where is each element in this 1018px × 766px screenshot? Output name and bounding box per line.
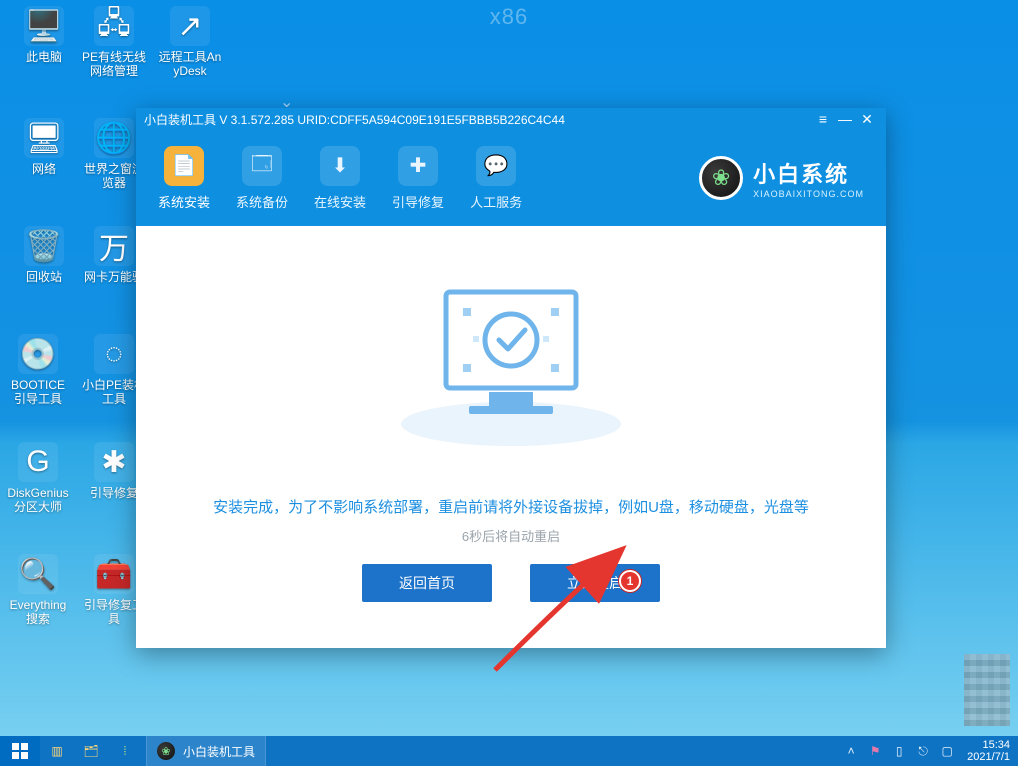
network-icon: 🖥 bbox=[24, 118, 64, 158]
task-title: 小白装机工具 bbox=[183, 743, 255, 760]
close-button[interactable]: ✕ bbox=[856, 111, 878, 128]
back-button[interactable]: 返回首页 bbox=[362, 564, 492, 602]
anydesk-icon: ↗ bbox=[170, 6, 210, 46]
tab-boot[interactable]: ✚ 引导修复 bbox=[392, 146, 444, 211]
window-title: 小白装机工具 V 3.1.572.285 URID:CDFF5A594C09E1… bbox=[144, 111, 812, 128]
desktop-icon-label: BOOTICE引导工具 bbox=[6, 378, 70, 406]
titlebar[interactable]: 小白装机工具 V 3.1.572.285 URID:CDFF5A594C09E1… bbox=[136, 108, 886, 130]
desktop-icon-pe-nic[interactable]: 🖧 PE有线无线网络管理 bbox=[82, 6, 146, 78]
wanka-icon: 万 bbox=[94, 226, 134, 266]
desktop-icon-anydesk[interactable]: ↗ 远程工具AnyDesk bbox=[158, 6, 222, 78]
tray-flag-icon[interactable]: ⚑ bbox=[867, 743, 883, 759]
tab-install[interactable]: 📄 系统安装 bbox=[158, 146, 210, 211]
quicklaunch: ▥ 🗂 ⦙ bbox=[40, 736, 142, 766]
start-button[interactable] bbox=[0, 736, 40, 766]
world-browser-icon: 🌐 bbox=[94, 118, 134, 158]
success-illustration bbox=[391, 274, 631, 454]
brand: ❀ 小白系统 XIAOBAIXITONG.COM bbox=[699, 156, 864, 200]
bootice-icon: 💿 bbox=[18, 334, 58, 374]
toolbar: 📄 系统安装 🗔 系统备份 ⬇ 在线安装 ✚ 引导修复 💬 人工服务 ❀ 小白系统 XIAOBAI… bbox=[136, 130, 886, 226]
arch-label: x86 bbox=[490, 4, 528, 30]
boot-repair-icon: ✱ bbox=[94, 442, 134, 482]
pe-nic-icon: 🖧 bbox=[94, 6, 134, 46]
file-manager-icon[interactable]: ▥ bbox=[40, 736, 74, 766]
tab-label: 系统安装 bbox=[158, 192, 210, 211]
service-icon: 💬 bbox=[476, 146, 516, 186]
menu-icon[interactable]: ≡ bbox=[812, 111, 834, 127]
desktop-icon-this-pc[interactable]: 🖥️ 此电脑 bbox=[12, 6, 76, 64]
backup-icon: 🗔 bbox=[242, 146, 282, 186]
everything-icon: 🔍 bbox=[18, 554, 58, 594]
desktop-icon-label: DiskGenius分区大师 bbox=[6, 486, 70, 514]
explorer-icon[interactable]: 🗂 bbox=[74, 736, 108, 766]
tab-label: 系统备份 bbox=[236, 192, 288, 211]
desktop-icon-label: 此电脑 bbox=[12, 50, 76, 64]
tab-label: 人工服务 bbox=[470, 192, 522, 211]
status-message: 安装完成，为了不影响系统部署，重启前请将外接设备拔掉，例如U盘，移动硬盘，光盘等 bbox=[136, 496, 886, 517]
desktop-icon-bootice[interactable]: 💿 BOOTICE引导工具 bbox=[6, 334, 70, 406]
clock-date: 2021/7/1 bbox=[967, 751, 1010, 763]
desktop-icon-label: 网络 bbox=[12, 162, 76, 176]
task-app-icon: ❀ bbox=[157, 742, 175, 760]
clock-time: 15:34 bbox=[967, 739, 1010, 751]
tab-backup[interactable]: 🗔 系统备份 bbox=[236, 146, 288, 211]
recycle-icon: 🗑️ bbox=[24, 226, 64, 266]
tray-up-icon[interactable]: ˄ bbox=[843, 743, 859, 759]
tab-label: 在线安装 bbox=[314, 192, 366, 211]
blurred-qr-icon bbox=[964, 654, 1010, 726]
clock[interactable]: 15:34 2021/7/1 bbox=[963, 739, 1018, 763]
desktop-icon-label: PE有线无线网络管理 bbox=[82, 50, 146, 78]
countdown-message: 6秒后将自动重启 bbox=[136, 526, 886, 545]
brand-logo-icon: ❀ bbox=[699, 156, 743, 200]
taskbar-task[interactable]: ❀ 小白装机工具 bbox=[146, 736, 266, 766]
brand-name: 小白系统 bbox=[753, 157, 864, 189]
desktop-icon-diskgenius[interactable]: G DiskGenius分区大师 bbox=[6, 442, 70, 514]
boot-icon: ✚ bbox=[398, 146, 438, 186]
tab-label: 引导修复 bbox=[392, 192, 444, 211]
desktop-icon-everything[interactable]: 🔍 Everything搜索 bbox=[6, 554, 70, 626]
app-window: 小白装机工具 V 3.1.572.285 URID:CDFF5A594C09E1… bbox=[136, 108, 886, 648]
install-icon: 📄 bbox=[164, 146, 204, 186]
tray-usb-icon[interactable]: ⎋ bbox=[915, 743, 931, 759]
taskbar: ▥ 🗂 ⦙ ❀ 小白装机工具 ˄ ⚑ ▯ ⎋ ▢ 15:34 2021/7/1 bbox=[0, 736, 1018, 766]
tray: ˄ ⚑ ▯ ⎋ ▢ bbox=[835, 743, 963, 759]
desktop-icon-recycle[interactable]: 🗑️ 回收站 bbox=[12, 226, 76, 284]
wifi-icon[interactable]: ⦙ bbox=[108, 736, 142, 766]
annotation-badge: 1 bbox=[619, 570, 641, 592]
tray-display-icon[interactable]: ▢ bbox=[939, 743, 955, 759]
xiaobai-pe-icon: ◌ bbox=[94, 334, 134, 374]
boot-repair-tool-icon: 🧰 bbox=[94, 554, 134, 594]
this-pc-icon: 🖥️ bbox=[24, 6, 64, 46]
desktop-icon-label: 远程工具AnyDesk bbox=[158, 50, 222, 78]
minimize-button[interactable]: — bbox=[834, 111, 856, 127]
tab-online[interactable]: ⬇ 在线安装 bbox=[314, 146, 366, 211]
brand-url: XIAOBAIXITONG.COM bbox=[753, 189, 864, 199]
tray-device-icon[interactable]: ▯ bbox=[891, 743, 907, 759]
desktop-icon-network[interactable]: 🖥 网络 bbox=[12, 118, 76, 176]
desktop-icon-label: 回收站 bbox=[12, 270, 76, 284]
diskgenius-icon: G bbox=[18, 442, 58, 482]
tab-service[interactable]: 💬 人工服务 bbox=[470, 146, 522, 211]
app-body: 安装完成，为了不影响系统部署，重启前请将外接设备拔掉，例如U盘，移动硬盘，光盘等… bbox=[136, 226, 886, 648]
online-icon: ⬇ bbox=[320, 146, 360, 186]
desktop-icon-label: Everything搜索 bbox=[6, 598, 70, 626]
